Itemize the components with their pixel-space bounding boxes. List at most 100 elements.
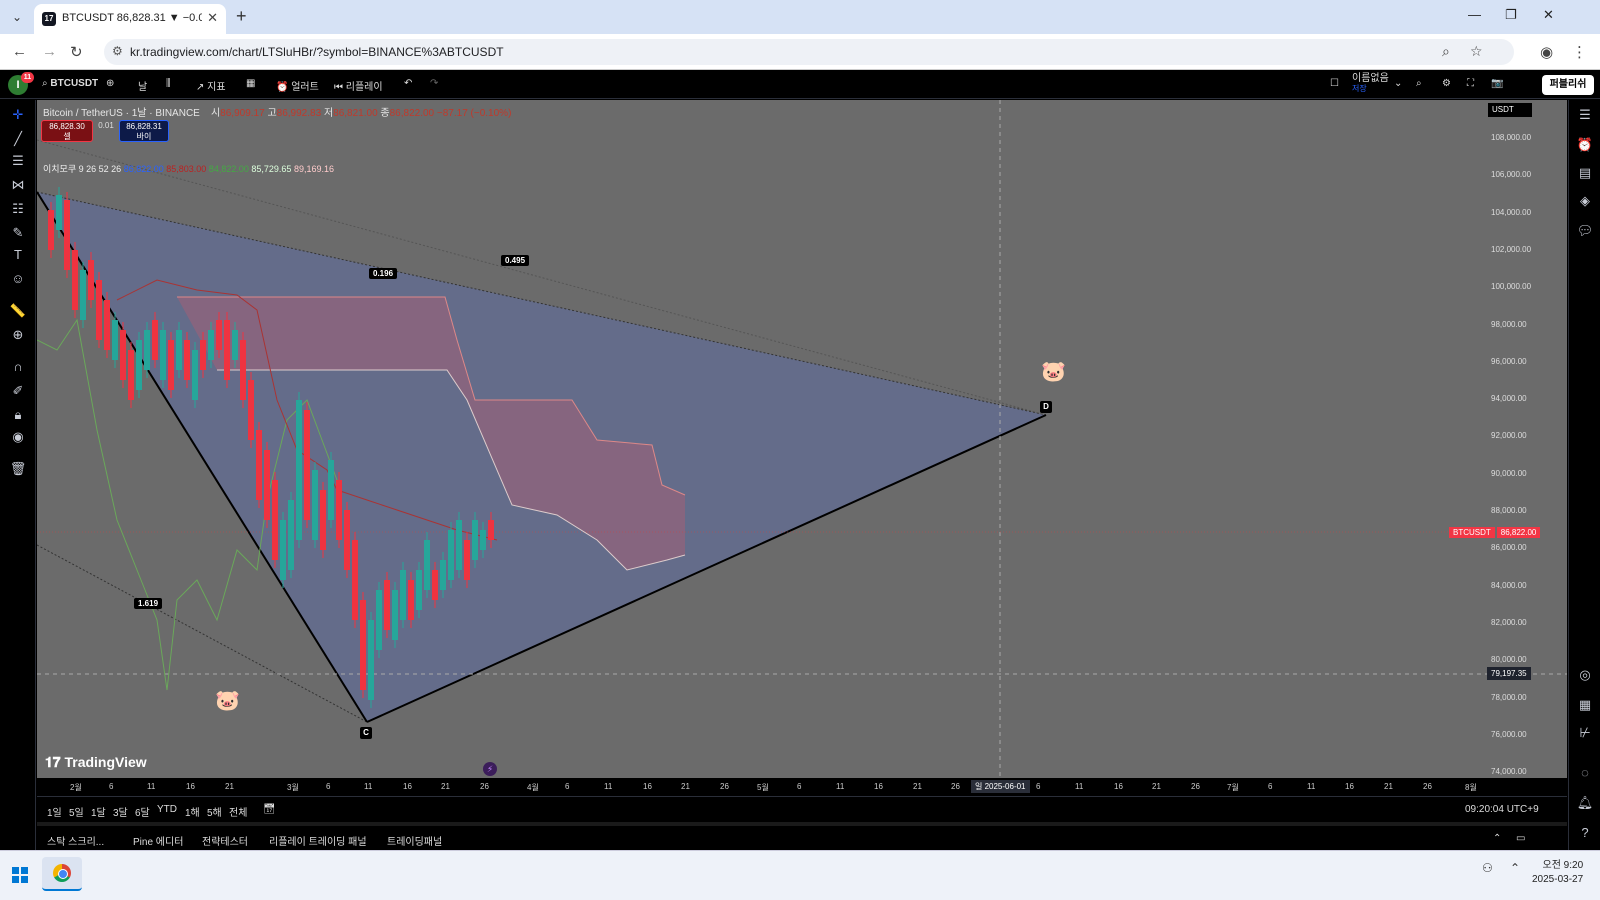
layout-checkbox-icon[interactable]: ☐ bbox=[1330, 78, 1339, 89]
layers-icon[interactable]: ◈ bbox=[1576, 192, 1594, 210]
range-button[interactable]: 전체 bbox=[229, 804, 247, 819]
fib-retracement-icon[interactable]: ☰ bbox=[9, 152, 27, 170]
point-d-label[interactable]: D bbox=[1040, 401, 1052, 413]
publish-button[interactable]: 퍼블리쉬 bbox=[1542, 75, 1594, 95]
strategy-icon[interactable]: ⊬ bbox=[1576, 724, 1594, 742]
range-button[interactable]: YTD bbox=[157, 804, 177, 815]
windows-start-icon[interactable] bbox=[12, 867, 28, 883]
snapshot-camera-icon[interactable]: 📷 bbox=[1491, 78, 1503, 89]
target-icon[interactable]: ◎ bbox=[1576, 666, 1594, 684]
interval-button[interactable]: 날 bbox=[138, 78, 147, 93]
browser-menu-icon[interactable]: ⋮ bbox=[1572, 43, 1587, 61]
reload-icon[interactable]: ↻ bbox=[70, 43, 83, 61]
tray-chevron-icon[interactable]: ⌃ bbox=[1510, 861, 1520, 875]
forward-icon[interactable]: → bbox=[42, 43, 57, 60]
zoom-icon[interactable]: ⌕ bbox=[1442, 43, 1450, 60]
buy-button[interactable]: 86,828.31 바이 bbox=[119, 120, 169, 142]
close-window-icon[interactable]: ✕ bbox=[1543, 7, 1554, 23]
undo-icon[interactable]: ↶ bbox=[404, 78, 412, 89]
maximize-panel-icon[interactable]: ▭ bbox=[1516, 833, 1525, 844]
panel-tab[interactable]: 리플레이 트레이딩 패널 bbox=[269, 833, 367, 848]
panel-tab[interactable]: 전략테스터 bbox=[202, 833, 248, 848]
ruler-icon[interactable]: 📏 bbox=[9, 302, 27, 320]
panel-tab[interactable]: Pine 에디터 bbox=[133, 833, 183, 848]
news-icon[interactable]: ▤ bbox=[1576, 164, 1594, 182]
trendline-icon[interactable]: ╱ bbox=[9, 130, 27, 148]
profile-icon[interactable]: ◉ bbox=[1540, 43, 1553, 61]
magnet-icon[interactable]: ∩ bbox=[9, 358, 27, 376]
fib-label-0196[interactable]: 0.196 bbox=[369, 268, 398, 279]
calendar-icon[interactable]: ▦ bbox=[1576, 696, 1594, 714]
symbol-search-button[interactable]: ⌕ BTCUSDT bbox=[42, 78, 98, 89]
chrome-taskbar-icon[interactable] bbox=[42, 857, 82, 891]
tab-search-dropdown[interactable]: ⌄ bbox=[6, 6, 28, 28]
range-button[interactable]: 6달 bbox=[135, 804, 150, 819]
url-field[interactable]: ⚙ kr.tradingview.com/chart/LTSluHBr/?sym… bbox=[104, 39, 1514, 65]
utc-clock[interactable]: 09:20:04 UTC+9 bbox=[1465, 804, 1539, 815]
panel-tab[interactable]: 스탁 스크리... bbox=[47, 833, 104, 848]
sell-button[interactable]: 86,828.30 셀 bbox=[41, 120, 93, 142]
range-button[interactable]: 1해 bbox=[185, 804, 200, 819]
browser-tab-active[interactable]: 17 BTCUSDT 86,828.31 ▼ −0.09% ✕ bbox=[34, 4, 226, 34]
fib-label-1619[interactable]: 1.619 bbox=[134, 598, 163, 609]
alert-button[interactable]: ⏰ 얼러트 bbox=[276, 78, 319, 93]
stay-drawing-icon[interactable]: ✐ bbox=[9, 382, 27, 400]
range-button[interactable]: 3달 bbox=[113, 804, 128, 819]
prediction-icon[interactable]: ☷ bbox=[9, 200, 27, 218]
site-info-icon[interactable]: ⚙ bbox=[112, 44, 123, 58]
templates-icon[interactable]: ▦ bbox=[246, 78, 255, 89]
goto-date-icon[interactable]: 📅︎ bbox=[263, 804, 276, 815]
brush-icon[interactable]: ✎ bbox=[9, 224, 27, 242]
pig-emoji-icon[interactable]: 🐷 bbox=[215, 688, 240, 713]
point-c-label[interactable]: C bbox=[360, 727, 372, 739]
x-axis[interactable]: 일 2025-06-01 2월 6 11 16 21 3월 6 11 16 21 26 4월 6 11 16… bbox=[37, 778, 1567, 796]
redo-icon[interactable]: ↷ bbox=[430, 78, 438, 89]
visibility-eye-icon[interactable]: ◉ bbox=[9, 428, 27, 446]
restore-icon[interactable]: ❐ bbox=[1505, 7, 1517, 23]
pig-emoji-icon[interactable]: 🐷 bbox=[1041, 359, 1066, 384]
chat-icon[interactable]: 💬︎ bbox=[1576, 222, 1594, 240]
pattern-icon[interactable]: ⋈ bbox=[9, 176, 27, 194]
lock-icon[interactable]: 🔒︎ bbox=[9, 406, 27, 424]
watchlist-icon[interactable]: ☰ bbox=[1576, 106, 1594, 124]
tradingview-logo[interactable]: 𝟏𝟕 TradingView bbox=[45, 754, 147, 771]
range-button[interactable]: 5일 bbox=[69, 804, 84, 819]
layout-dropdown-icon[interactable]: ⌄ bbox=[1394, 78, 1402, 89]
text-tool-icon[interactable]: T bbox=[9, 246, 27, 264]
settings-gear-icon[interactable]: ⚙ bbox=[1442, 78, 1451, 89]
emoji-icon[interactable]: ☺ bbox=[9, 270, 27, 288]
people-icon[interactable]: ⚇ bbox=[1482, 861, 1493, 875]
range-button[interactable]: 1달 bbox=[91, 804, 106, 819]
collapse-panel-icon[interactable]: ⌃ bbox=[1493, 833, 1501, 844]
stream-icon[interactable]: ◌ bbox=[1576, 764, 1594, 782]
user-avatar[interactable]: I 11 bbox=[8, 72, 34, 95]
crosshair-icon[interactable]: ✛ bbox=[9, 106, 27, 124]
back-icon[interactable]: ← bbox=[12, 43, 27, 60]
replay-button[interactable]: ⏮ 리플레이 bbox=[334, 78, 383, 93]
symbol-legend[interactable]: Bitcoin / TetherUS · 1날 · BINANCE bbox=[43, 108, 200, 119]
layout-name[interactable]: 이름없음 저장 bbox=[1352, 74, 1389, 94]
lightning-icon[interactable]: ⚡ bbox=[483, 762, 497, 776]
zoom-in-icon[interactable]: ⊕ bbox=[9, 326, 27, 344]
price-chart[interactable]: Bitcoin / TetherUS · 1날 · BINANCE 시86,90… bbox=[37, 100, 1567, 816]
quick-search-icon[interactable]: ⌕ bbox=[1416, 78, 1422, 89]
chart-type-icon[interactable]: ⫼ bbox=[166, 78, 171, 89]
alerts-clock-icon[interactable]: ⏰ bbox=[1576, 136, 1594, 154]
ichimoku-legend[interactable]: 이치모쿠 9 26 52 26 86,822.00 85,803.00 84,8… bbox=[43, 162, 334, 175]
close-tab-icon[interactable]: ✕ bbox=[207, 10, 218, 26]
range-button[interactable]: 5해 bbox=[207, 804, 222, 819]
compare-symbol-icon[interactable]: ⊕ bbox=[106, 78, 114, 89]
panel-tab[interactable]: 트레이딩패널 bbox=[387, 833, 442, 848]
help-icon[interactable]: ? bbox=[1576, 824, 1594, 842]
fullscreen-icon[interactable]: ⛶ bbox=[1467, 78, 1474, 89]
range-button[interactable]: 1일 bbox=[47, 804, 62, 819]
trash-icon[interactable]: 🗑︎ bbox=[9, 460, 27, 478]
minimize-icon[interactable]: — bbox=[1468, 7, 1481, 22]
system-clock[interactable]: 오전 9:20 2025-03-27 bbox=[1532, 859, 1583, 887]
fib-label-0495[interactable]: 0.495 bbox=[501, 255, 530, 266]
currency-selector[interactable]: USDT bbox=[1488, 103, 1532, 117]
bookmark-star-icon[interactable]: ☆ bbox=[1470, 43, 1483, 60]
notifications-bell-icon[interactable]: 🔔︎ bbox=[1576, 794, 1594, 812]
new-tab-button[interactable]: + bbox=[236, 6, 247, 27]
indicators-button[interactable]: ↗ 지표 bbox=[196, 78, 226, 93]
